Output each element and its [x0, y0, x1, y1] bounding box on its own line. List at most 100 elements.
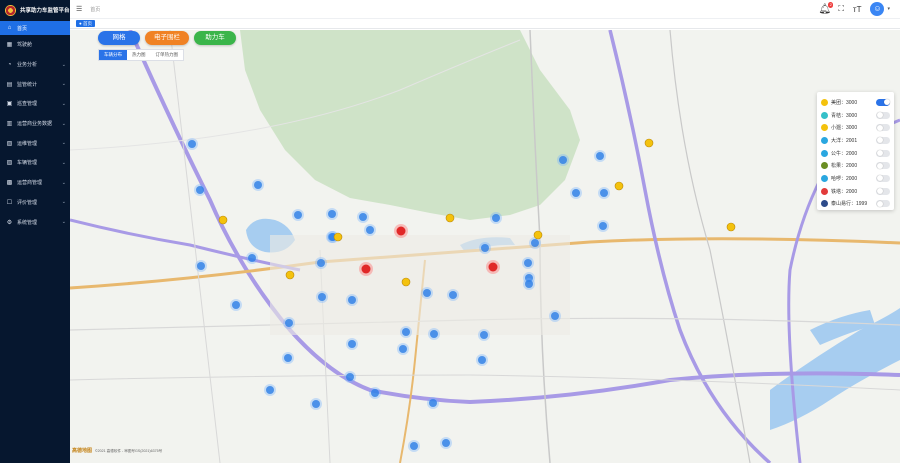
vehicle-cluster-blue[interactable] [196, 186, 204, 194]
bike-marker-yellow[interactable] [333, 232, 343, 242]
sidebar-item-9[interactable]: ☐ 评价管理 ⌄ [0, 193, 70, 213]
tag-home[interactable]: ● 首页 [76, 20, 95, 27]
avatar[interactable]: ☺ [870, 2, 885, 16]
legend-toggle[interactable] [876, 111, 890, 119]
sidebar-item-label: 系统管理 [17, 219, 38, 226]
vehicle-cluster-red[interactable] [488, 262, 498, 272]
bike-marker-yellow[interactable] [533, 230, 543, 240]
vehicle-cluster-blue[interactable] [317, 259, 325, 267]
subtab-2[interactable]: 订单热力图 [151, 50, 184, 60]
bike-marker-yellow[interactable] [726, 222, 736, 232]
fullscreen-icon[interactable]: ⛶ [838, 4, 844, 14]
subtab-0[interactable]: 车辆分布 [99, 50, 127, 60]
settings-icon: ⚙ [6, 219, 13, 226]
vehicle-cluster-blue[interactable] [248, 254, 256, 262]
vehicle-cluster-blue[interactable] [481, 244, 489, 252]
vehicle-cluster-blue[interactable] [524, 259, 532, 267]
vehicle-cluster-blue[interactable] [232, 301, 240, 309]
vehicle-cluster-blue[interactable] [348, 340, 356, 348]
vehicle-cluster-blue[interactable] [478, 356, 486, 364]
legend-label: 哈啰：2000 [831, 175, 858, 182]
chevron-down-icon: ⌄ [61, 100, 66, 107]
vehicle-cluster-blue[interactable] [328, 210, 336, 218]
sidebar-menu: ⌂ 首页 ▦ 驾驶舱 ◔ 业务分析 ⌄ ▤ 监管统计 ⌄ ▣ 巡查管理 ⌄ ▥ 运营商业务数据 ⌄ ▧ 运维管理 ⌄… [0, 21, 70, 232]
vehicle-cluster-blue[interactable] [188, 140, 196, 148]
sidebar-item-label: 运营商业务数据 [17, 121, 53, 128]
vehicle-cluster-blue[interactable] [318, 293, 326, 301]
legend-toggle[interactable] [876, 136, 890, 144]
sidebar-item-2[interactable]: ◔ 业务分析 ⌄ [0, 55, 70, 75]
sidebar-item-5[interactable]: ▥ 运营商业务数据 ⌄ [0, 114, 70, 134]
vehicle-cluster-blue[interactable] [254, 181, 262, 189]
vehicle-cluster-blue[interactable] [492, 214, 500, 222]
sidebar-item-0[interactable]: ⌂ 首页 [0, 21, 70, 35]
map-canvas[interactable] [70, 30, 900, 463]
layer-button-2[interactable]: 助力车 [194, 31, 236, 45]
vehicle-cluster-red[interactable] [396, 226, 406, 236]
vehicle-cluster-blue[interactable] [525, 280, 533, 288]
sidebar-item-8[interactable]: ▩ 运营商管理 ⌄ [0, 173, 70, 193]
vehicle-cluster-blue[interactable] [430, 330, 438, 338]
vehicle-cluster-blue[interactable] [531, 239, 539, 247]
vehicle-cluster-blue[interactable] [346, 373, 354, 381]
vehicle-cluster-blue[interactable] [348, 296, 356, 304]
legend-toggle[interactable] [876, 187, 890, 195]
vehicle-cluster-blue[interactable] [366, 226, 374, 234]
bike-marker-yellow[interactable] [285, 270, 295, 280]
vehicle-cluster-blue[interactable] [423, 289, 431, 297]
collapse-menu-icon[interactable]: ☰ [76, 5, 82, 13]
vehicle-cluster-blue[interactable] [600, 189, 608, 197]
bike-marker-yellow[interactable] [644, 138, 654, 148]
notification-bell-icon[interactable]: 🔔︎ 2 [818, 1, 834, 15]
bike-marker-yellow[interactable] [218, 215, 228, 225]
sidebar-item-10[interactable]: ⚙ 系统管理 ⌄ [0, 212, 70, 232]
sidebar-item-4[interactable]: ▣ 巡查管理 ⌄ [0, 94, 70, 114]
font-size-icon[interactable]: ᴛT [853, 5, 862, 14]
legend-toggle[interactable] [876, 149, 890, 157]
subtab-1[interactable]: 热力图 [127, 50, 151, 60]
sidebar-item-6[interactable]: ▧ 运维管理 ⌄ [0, 133, 70, 153]
vehicle-cluster-blue[interactable] [399, 345, 407, 353]
legend-label: 泰山易行：1999 [831, 201, 868, 208]
sidebar-item-1[interactable]: ▦ 驾驶舱 [0, 35, 70, 55]
vehicle-cluster-blue[interactable] [359, 213, 367, 221]
vehicle-cluster-blue[interactable] [449, 291, 457, 299]
legend-toggle[interactable] [876, 162, 890, 170]
vehicle-cluster-blue[interactable] [442, 439, 450, 447]
vehicle-cluster-blue[interactable] [559, 156, 567, 164]
vehicle-cluster-blue[interactable] [266, 386, 274, 394]
vehicle-cluster-blue[interactable] [312, 400, 320, 408]
sidebar-item-label: 监管统计 [17, 81, 38, 88]
legend-toggle[interactable] [876, 200, 890, 208]
sidebar-item-3[interactable]: ▤ 监管统计 ⌄ [0, 74, 70, 94]
vehicle-cluster-blue[interactable] [284, 354, 292, 362]
bike-marker-yellow[interactable] [445, 213, 455, 223]
layer-button-0[interactable]: 网格 [98, 31, 140, 45]
vehicle-cluster-blue[interactable] [480, 331, 488, 339]
vehicle-cluster-blue[interactable] [371, 389, 379, 397]
layer-button-1[interactable]: 电子围栏 [145, 31, 189, 45]
legend-item-0: 美团：3000 [821, 96, 890, 109]
vehicle-cluster-blue[interactable] [285, 319, 293, 327]
legend-toggle[interactable] [876, 124, 890, 132]
vehicle-cluster-red[interactable] [361, 264, 371, 274]
legend-toggle[interactable] [876, 174, 890, 182]
vehicle-cluster-blue[interactable] [410, 442, 418, 450]
vehicle-cluster-blue[interactable] [402, 328, 410, 336]
vehicle-cluster-blue[interactable] [596, 152, 604, 160]
vehicle-cluster-blue[interactable] [572, 189, 580, 197]
bike-marker-yellow[interactable] [614, 181, 624, 191]
breadcrumb[interactable]: 首页 [90, 6, 100, 13]
avatar-caret-icon[interactable]: ▾ [887, 6, 890, 12]
sidebar-item-7[interactable]: ▨ 车辆管理 ⌄ [0, 153, 70, 173]
vehicle-cluster-blue[interactable] [599, 222, 607, 230]
header-actions: 🔔︎ 2 ⛶ ᴛT ☺ ▾ [818, 1, 890, 16]
vehicle-cluster-blue[interactable] [197, 262, 205, 270]
vehicle-cluster-blue[interactable] [294, 211, 302, 219]
vehicle-cluster-blue[interactable] [429, 399, 437, 407]
legend-toggle[interactable] [876, 98, 890, 106]
bike-marker-yellow[interactable] [401, 277, 411, 287]
legend-label: 铁塔：2000 [831, 188, 858, 195]
vehicle-cluster-blue[interactable] [551, 312, 559, 320]
vehicle-icon: ▨ [6, 160, 13, 167]
